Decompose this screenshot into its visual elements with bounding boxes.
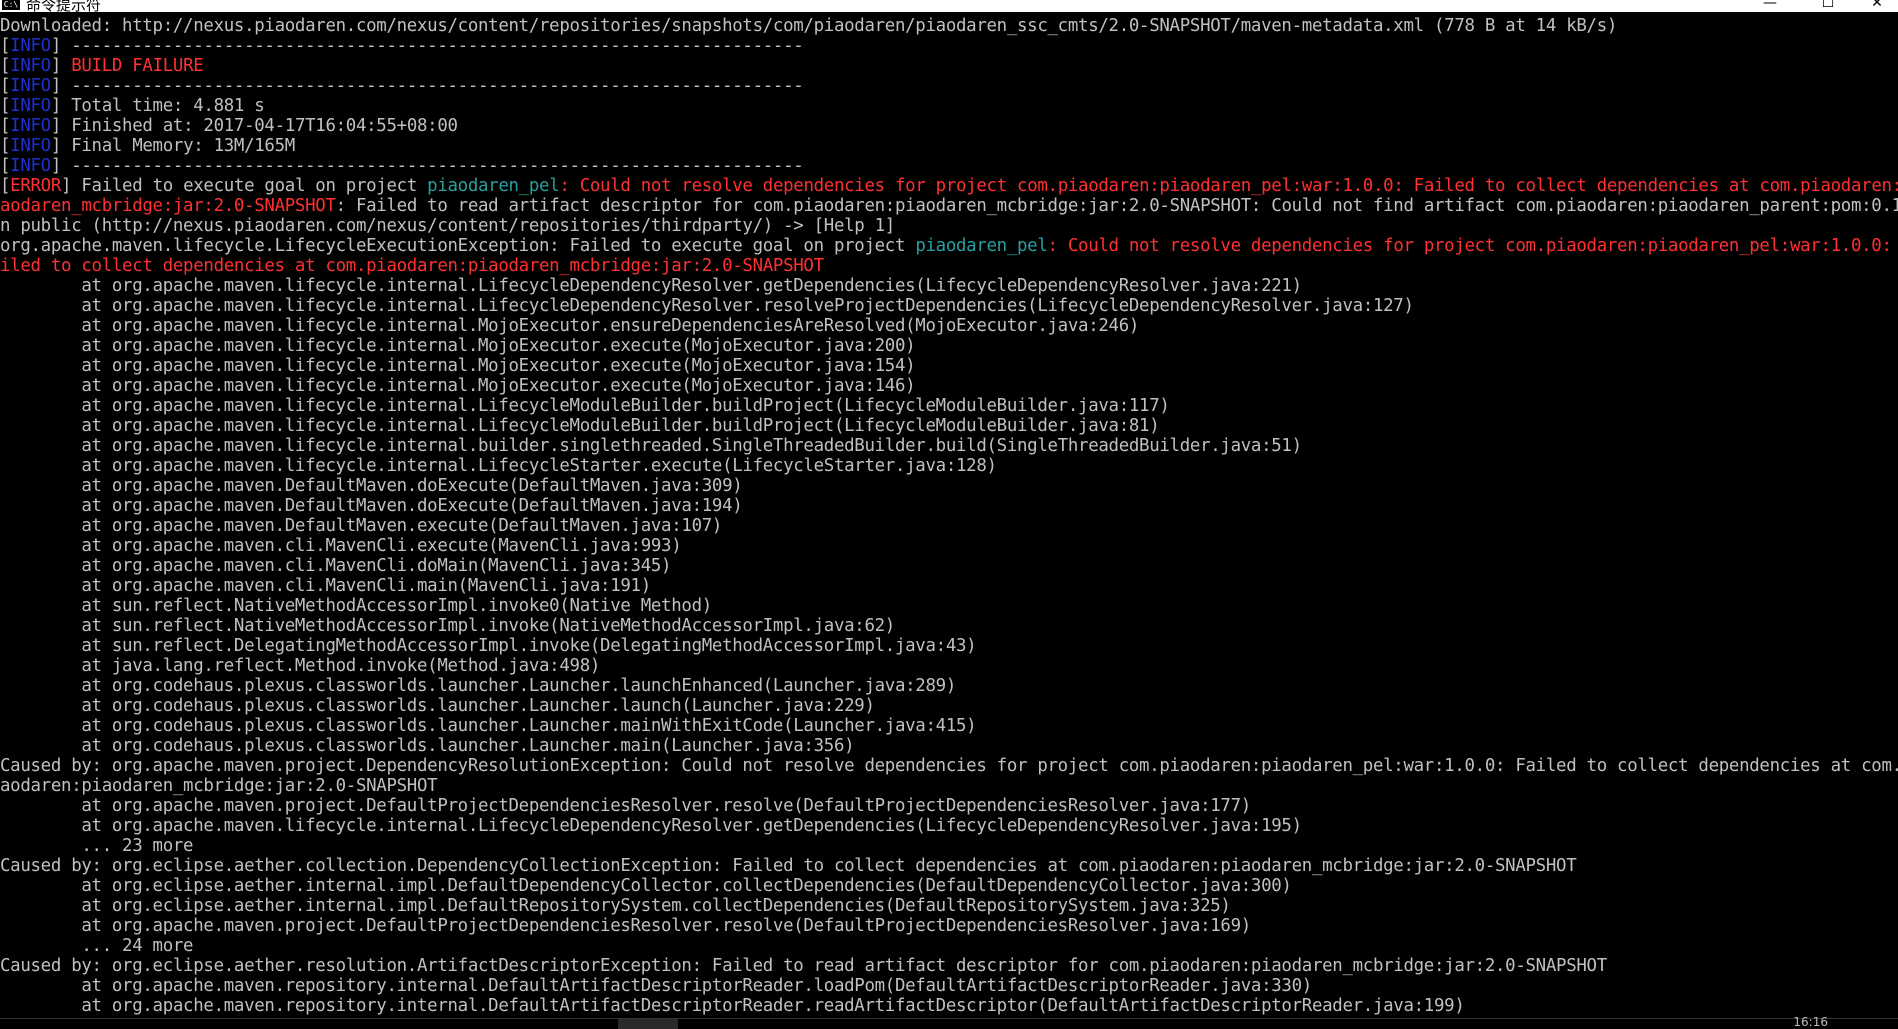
stack-frame: at org.apache.maven.lifecycle.internal.L…	[0, 456, 997, 476]
console-line: n public (http://nexus.piaodaren.com/nex…	[0, 216, 1898, 236]
caused-by-line: Caused by: org.apache.maven.project.Depe…	[0, 756, 1898, 776]
caused-by-line: aodaren:piaodaren_mcbridge:jar:2.0-SNAPS…	[0, 776, 438, 796]
error-prefix-text: Failed to execute goal on project	[71, 176, 428, 196]
console-line: org.apache.maven.lifecycle.LifecycleExec…	[0, 236, 1898, 256]
stack-frame: at org.eclipse.aether.internal.impl.Defa…	[0, 876, 1292, 896]
command-prompt-window[interactable]: C:\ 命令提示符 — ☐ ✕ Downloaded: http://nexus…	[0, 0, 1898, 1029]
separator-text: ----------------------------------------…	[61, 76, 804, 96]
stack-frame: at org.apache.maven.project.DefaultProje…	[0, 916, 1251, 936]
minimize-button[interactable]: —	[1745, 0, 1795, 12]
console-line: [INFO] ---------------------------------…	[0, 36, 804, 56]
info-tag: INFO	[10, 76, 51, 96]
console-line: [INFO] ---------------------------------…	[0, 76, 804, 96]
info-tag: INFO	[10, 116, 51, 136]
taskbar-clock: 16:16	[1793, 1015, 1828, 1029]
info-tag: INFO	[10, 156, 51, 176]
window-title: 命令提示符	[26, 0, 102, 12]
project-name: piaodaren_pel	[915, 236, 1048, 256]
stack-frame: at java.lang.reflect.Method.invoke(Metho…	[0, 656, 601, 676]
info-tag: INFO	[10, 56, 51, 76]
scrollbar-thumb[interactable]	[618, 1019, 678, 1029]
stack-frame: at org.codehaus.plexus.classworlds.launc…	[0, 716, 977, 736]
exception-prefix-text: org.apache.maven.lifecycle.LifecycleExec…	[0, 236, 916, 256]
separator-text: ----------------------------------------…	[61, 156, 804, 176]
console-line: [ERROR] Failed to execute goal on projec…	[0, 176, 1898, 196]
stack-more: ... 24 more	[0, 936, 194, 956]
stack-frame: at org.apache.maven.project.DefaultProje…	[0, 796, 1251, 816]
build-failure-text: BUILD FAILURE	[71, 56, 204, 76]
stack-frame: at org.apache.maven.cli.MavenCli.main(Ma…	[0, 576, 651, 596]
stack-frame: at org.apache.maven.lifecycle.internal.L…	[0, 816, 1302, 836]
close-button[interactable]: ✕	[1852, 0, 1898, 12]
info-tag: INFO	[10, 36, 51, 56]
stack-frame: at org.apache.maven.repository.internal.…	[0, 976, 1312, 996]
info-tag: INFO	[10, 136, 51, 156]
stack-frame: at sun.reflect.NativeMethodAccessorImpl.…	[0, 596, 712, 616]
caused-by-line: Caused by: org.eclipse.aether.resolution…	[0, 956, 1607, 976]
stack-frame: at org.apache.maven.DefaultMaven.execute…	[0, 516, 723, 536]
console-app-icon: C:\	[2, 0, 20, 10]
stack-frame: at org.apache.maven.lifecycle.internal.b…	[0, 436, 1302, 456]
total-time-text: Total time: 4.881 s	[61, 96, 265, 116]
console-line: aodaren_mcbridge:jar:2.0-SNAPSHOT: Faile…	[0, 196, 1898, 216]
console-output[interactable]: Downloaded: http://nexus.piaodaren.com/n…	[0, 16, 1898, 1016]
info-tag: INFO	[10, 96, 51, 116]
stack-frame: at org.apache.maven.lifecycle.internal.M…	[0, 316, 1140, 336]
stack-frame: at sun.reflect.DelegatingMethodAccessorI…	[0, 636, 977, 656]
stack-more: ... 23 more	[0, 836, 194, 856]
stack-frame: at org.apache.maven.lifecycle.internal.L…	[0, 276, 1302, 296]
stack-trace: at org.apache.maven.lifecycle.internal.L…	[0, 276, 1898, 756]
exception-message-text: : Could not resolve dependencies for pro…	[1047, 236, 1898, 256]
console-line: [INFO] Total time: 4.881 s	[0, 96, 265, 116]
final-memory-text: Final Memory: 13M/165M	[61, 136, 295, 156]
stack-frame: at org.codehaus.plexus.classworlds.launc…	[0, 676, 956, 696]
console-line: [INFO] Finished at: 2017-04-17T16:04:55+…	[0, 116, 458, 136]
stack-frame: at org.codehaus.plexus.classworlds.launc…	[0, 736, 855, 756]
stack-frame: at org.apache.maven.DefaultMaven.doExecu…	[0, 476, 743, 496]
console-line: [INFO] Final Memory: 13M/165M	[0, 136, 295, 156]
separator-text: ----------------------------------------…	[61, 36, 804, 56]
console-line: [INFO] BUILD FAILURE	[0, 56, 204, 76]
stack-frame: at sun.reflect.NativeMethodAccessorImpl.…	[0, 616, 895, 636]
stack-frame: at org.apache.maven.lifecycle.internal.M…	[0, 356, 916, 376]
stack-frame: at org.apache.maven.repository.internal.…	[0, 996, 1465, 1016]
stack-frame: at org.apache.maven.cli.MavenCli.doMain(…	[0, 556, 672, 576]
error-detail-text: : Failed to read artifact descriptor for…	[335, 196, 1898, 216]
stack-frame: at org.apache.maven.DefaultMaven.doExecu…	[0, 496, 743, 516]
caused-by-line: Caused by: org.eclipse.aether.collection…	[0, 856, 1577, 876]
stack-frame: at org.codehaus.plexus.classworlds.launc…	[0, 696, 875, 716]
horizontal-scrollbar[interactable]: 16:16	[0, 1015, 1898, 1029]
stack-frame: at org.apache.maven.lifecycle.internal.L…	[0, 416, 1160, 436]
console-line: Downloaded: http://nexus.piaodaren.com/n…	[0, 16, 1898, 36]
error-message-text: aodaren_mcbridge:jar:2.0-SNAPSHOT	[0, 196, 336, 216]
stack-frame: at org.apache.maven.lifecycle.internal.L…	[0, 296, 1414, 316]
console-line: [INFO] ---------------------------------…	[0, 156, 804, 176]
project-name: piaodaren_pel	[427, 176, 560, 196]
console-line: iled to collect dependencies at com.piao…	[0, 256, 1898, 276]
stack-frame: at org.apache.maven.cli.MavenCli.execute…	[0, 536, 682, 556]
error-tag: ERROR	[10, 176, 62, 196]
stack-frame: at org.apache.maven.lifecycle.internal.M…	[0, 336, 916, 356]
stack-frame: at org.eclipse.aether.internal.impl.Defa…	[0, 896, 1231, 916]
error-message-text: : Could not resolve dependencies for pro…	[559, 176, 1898, 196]
maximize-button[interactable]: ☐	[1803, 0, 1853, 12]
exception-message-text: iled to collect dependencies at com.piao…	[0, 256, 824, 276]
title-bar[interactable]: C:\ 命令提示符 — ☐ ✕	[0, 0, 1898, 12]
error-detail-text: n public (http://nexus.piaodaren.com/nex…	[0, 216, 895, 236]
finished-at-text: Finished at: 2017-04-17T16:04:55+08:00	[61, 116, 458, 136]
download-line: Downloaded: http://nexus.piaodaren.com/n…	[0, 16, 1618, 36]
stack-frame: at org.apache.maven.lifecycle.internal.M…	[0, 376, 916, 396]
stack-frame: at org.apache.maven.lifecycle.internal.L…	[0, 396, 1170, 416]
